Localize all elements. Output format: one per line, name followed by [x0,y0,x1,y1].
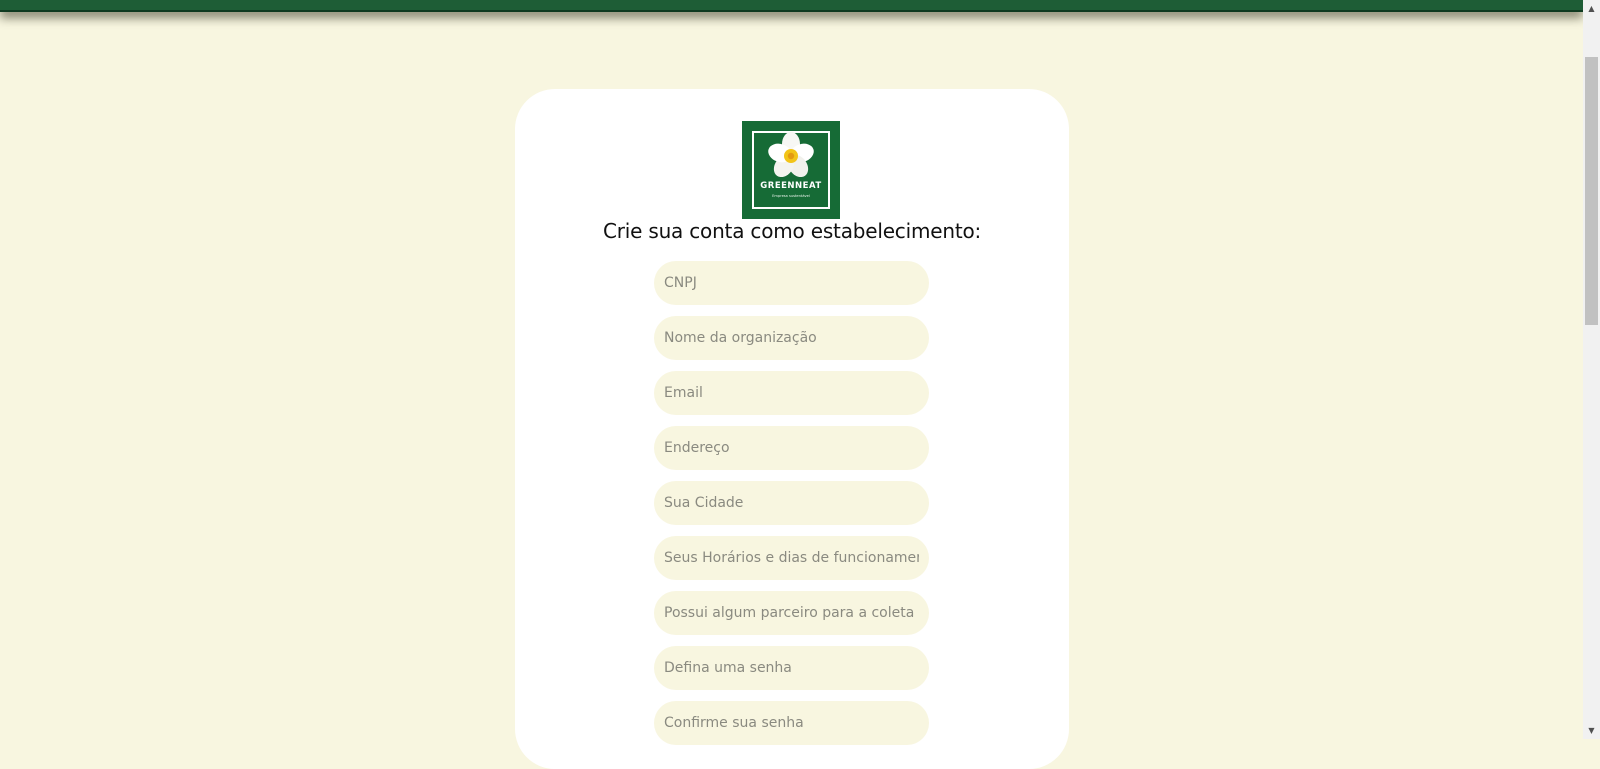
logo-tagline: Empresa sustentável [772,194,810,198]
flower-icon [768,132,814,178]
signup-card: GREENNEAT Empresa sustentável Crie sua c… [515,89,1069,769]
email-input[interactable] [654,371,929,415]
city-input[interactable] [654,481,929,525]
cnpj-input[interactable] [654,261,929,305]
scroll-up-icon[interactable]: ▲ [1583,0,1600,17]
scrollbar-thumb[interactable] [1585,57,1598,325]
opening-hours-input[interactable] [654,536,929,580]
organization-name-input[interactable] [654,316,929,360]
confirm-password-input[interactable] [654,701,929,745]
form-title: Crie sua conta como estabelecimento: [602,219,982,243]
vertical-scrollbar[interactable]: ▲ ▼ [1583,0,1600,739]
top-header-bar [0,0,1583,12]
logo-brand-name: GREENNEAT [760,181,822,191]
password-input[interactable] [654,646,929,690]
collection-partner-input[interactable] [654,591,929,635]
scroll-down-icon[interactable]: ▼ [1583,722,1600,739]
address-input[interactable] [654,426,929,470]
greenneat-logo: GREENNEAT Empresa sustentável [742,121,840,219]
